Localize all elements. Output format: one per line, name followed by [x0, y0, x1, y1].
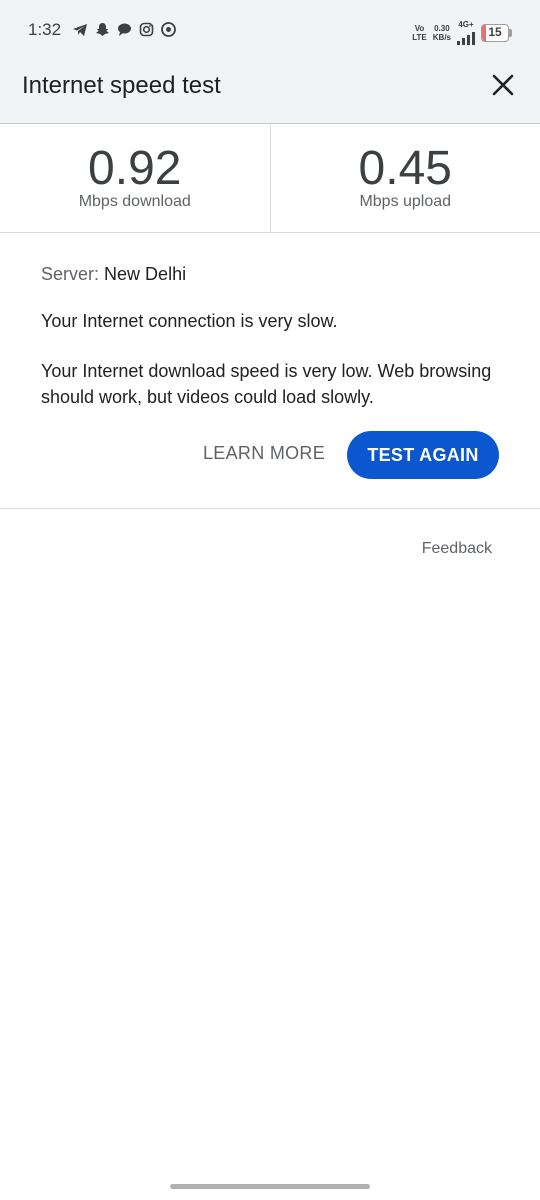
instagram-icon	[139, 22, 154, 37]
status-bar: 1:32 Vo LTE 0.30 KB/s 4G+ 15	[0, 0, 540, 48]
server-info: Server: New Delhi	[41, 264, 186, 285]
notification-icons	[72, 22, 176, 37]
test-again-button[interactable]: TEST AGAIN	[347, 431, 499, 479]
gesture-handle[interactable]	[170, 1184, 370, 1189]
close-button[interactable]	[488, 70, 518, 100]
status-time: 1:32	[28, 20, 62, 39]
network-speed-indicator: 0.30 KB/s	[432, 23, 451, 42]
close-icon	[492, 74, 514, 96]
download-speed: 0.92 Mbps download	[0, 125, 271, 232]
signal-icon	[457, 29, 475, 45]
speed-panel: 0.92 Mbps download 0.45 Mbps upload	[0, 125, 540, 233]
learn-more-button[interactable]: LEARN MORE	[203, 443, 325, 464]
status-indicators: Vo LTE 0.30 KB/s 4G+ 15	[412, 20, 512, 45]
volte-indicator: Vo LTE	[412, 23, 427, 42]
upload-unit: Mbps upload	[359, 193, 452, 210]
download-unit: Mbps download	[78, 193, 191, 210]
download-value: 0.92	[88, 142, 182, 195]
telegram-icon	[73, 23, 87, 36]
upload-value: 0.45	[358, 142, 452, 195]
speed-explanation-message: Your Internet download speed is very low…	[41, 361, 492, 407]
network-type-indicator: 4G+	[457, 20, 475, 45]
battery-level: 15	[488, 24, 502, 39]
chat-icon	[118, 23, 131, 36]
server-label: Server:	[41, 264, 100, 284]
result-section: Server: New Delhi Your Internet connecti…	[0, 234, 540, 509]
snapchat-icon	[96, 23, 109, 36]
page-title: Internet speed test	[22, 72, 221, 99]
upload-speed: 0.45 Mbps upload	[271, 125, 540, 232]
battery-icon: 15	[481, 23, 512, 42]
feedback-link[interactable]: Feedback	[422, 540, 492, 558]
app-header: Internet speed test	[0, 48, 540, 124]
connection-status-message: Your Internet connection is very slow.	[41, 311, 338, 331]
circle-app-icon	[161, 22, 176, 37]
server-value: New Delhi	[104, 264, 187, 284]
